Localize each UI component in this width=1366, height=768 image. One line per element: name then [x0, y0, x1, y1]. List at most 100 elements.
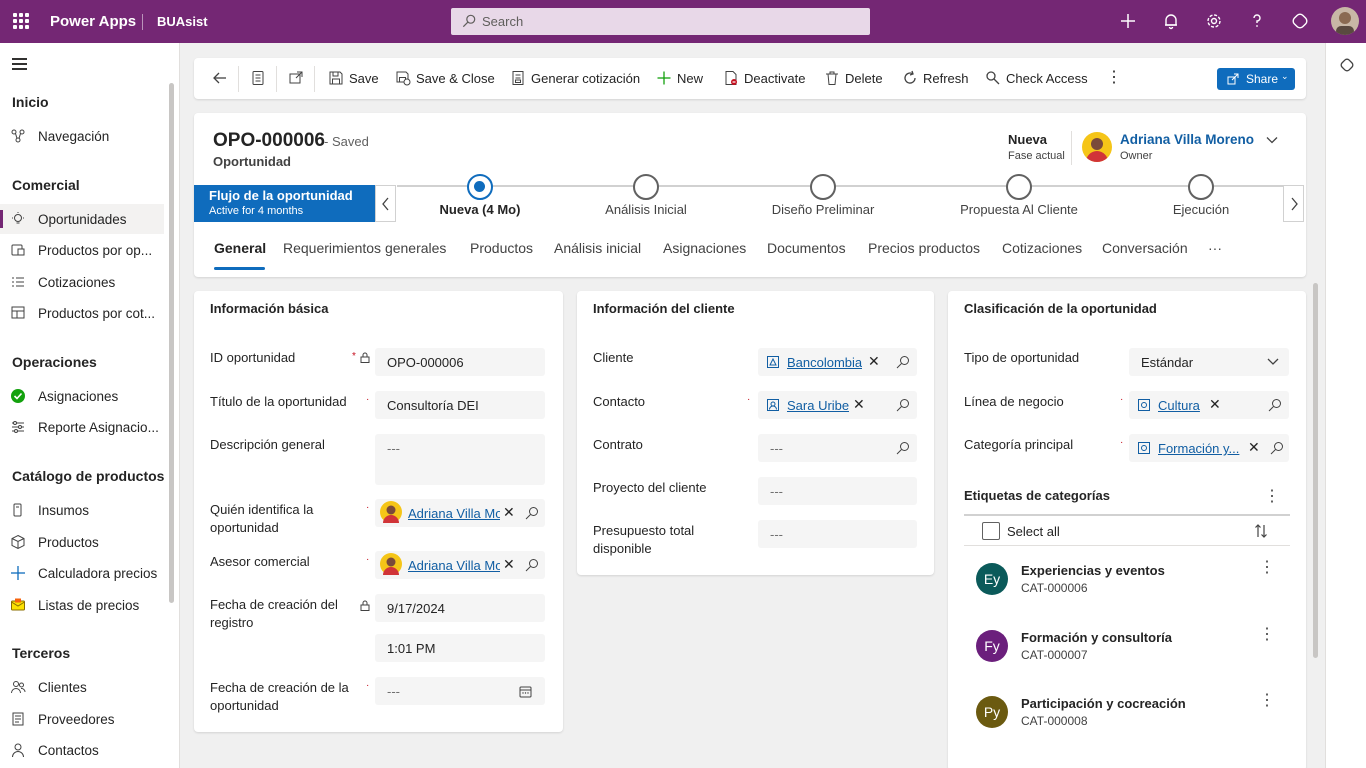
bpf-stage-propuesta[interactable]: Propuesta Al Cliente: [929, 174, 1109, 222]
search-icon[interactable]: [525, 506, 539, 520]
list-item[interactable]: Py Participación y cocreación CAT-000008…: [964, 690, 1290, 750]
navigation-icon: [11, 129, 25, 143]
nav-item-navegacion[interactable]: Navegación: [0, 121, 164, 151]
user-avatar[interactable]: [1331, 7, 1359, 35]
bpf-stage-analisis[interactable]: Análisis Inicial: [556, 174, 736, 222]
environment-name[interactable]: BUAsist: [157, 14, 208, 29]
calendar-icon[interactable]: [519, 685, 532, 698]
nav-item-productos-por-cotizacion[interactable]: Productos por cot...: [0, 298, 164, 328]
titulo-field[interactable]: Consultoría DEI: [375, 391, 545, 419]
nav-item-cotizaciones[interactable]: Cotizaciones: [0, 267, 164, 297]
nav-item-reporte-asignaciones[interactable]: Reporte Asignacio...: [0, 412, 164, 442]
copilot-icon[interactable]: [1339, 57, 1355, 73]
descripcion-field[interactable]: ---: [375, 434, 545, 485]
tab-conversacion[interactable]: Conversación: [1102, 240, 1188, 256]
bell-icon[interactable]: [1162, 12, 1180, 30]
tab-precios[interactable]: Precios productos: [868, 240, 980, 256]
category-name[interactable]: Formación y consultoría: [1021, 630, 1172, 645]
bpf-next-button[interactable]: [1283, 185, 1304, 222]
bpf-stage-nueva[interactable]: Nueva (4 Mo): [390, 174, 570, 222]
fecha-oportunidad-field[interactable]: ---: [375, 677, 545, 705]
search-icon[interactable]: [1270, 441, 1284, 455]
remove-icon[interactable]: ✕: [853, 396, 865, 413]
main-scrollbar[interactable]: [1313, 283, 1318, 658]
lookup-value[interactable]: Formación y...: [1158, 441, 1242, 456]
id-oportunidad-field[interactable]: OPO-000006: [375, 348, 545, 376]
tab-asignaciones[interactable]: Asignaciones: [663, 240, 746, 256]
help-icon[interactable]: [1248, 12, 1266, 30]
hamburger-menu-icon[interactable]: [12, 58, 27, 70]
owner-name[interactable]: Adriana Villa Moreno: [1120, 132, 1254, 147]
nav-item-oportunidades[interactable]: Oportunidades: [0, 204, 164, 234]
lookup-value[interactable]: Bancolombia: [787, 355, 862, 370]
list-item[interactable]: Fy Formación y consultoría CAT-000007 ⋮: [964, 624, 1290, 684]
tipo-oportunidad-select[interactable]: Estándar: [1129, 348, 1289, 376]
chevron-down-icon[interactable]: [1265, 133, 1279, 147]
nav-item-listas-precios[interactable]: Listas de precios: [0, 590, 164, 620]
bpf-stage-ejecucion[interactable]: Ejecución: [1111, 174, 1291, 222]
nav-item-insumos[interactable]: Insumos: [0, 495, 164, 525]
sitemap-scrollbar[interactable]: [169, 83, 174, 603]
remove-icon[interactable]: ✕: [1209, 396, 1221, 413]
search-icon[interactable]: [1268, 398, 1282, 412]
contrato-lookup[interactable]: ---: [758, 434, 917, 462]
category-name[interactable]: Participación y cocreación: [1021, 696, 1186, 711]
search-icon[interactable]: [896, 355, 910, 369]
search-icon[interactable]: [896, 398, 910, 412]
gear-icon[interactable]: [1205, 12, 1223, 30]
remove-icon[interactable]: ✕: [503, 556, 515, 573]
remove-icon[interactable]: ✕: [1248, 439, 1260, 456]
nav-item-calculadora-precios[interactable]: Calculadora precios: [0, 558, 164, 588]
row-more-button[interactable]: ⋮: [1259, 690, 1275, 710]
lookup-value[interactable]: Cultura: [1158, 398, 1200, 413]
fecha-registro-date[interactable]: 9/17/2024: [375, 594, 545, 622]
nav-item-proveedores[interactable]: Proveedores: [0, 704, 164, 734]
tab-analisis[interactable]: Análisis inicial: [554, 240, 641, 256]
bpf-flag[interactable]: Flujo de la oportunidad Active for 4 mon…: [194, 185, 375, 222]
tab-cotizaciones[interactable]: Cotizaciones: [1002, 240, 1082, 256]
fecha-registro-time[interactable]: 1:01 PM: [375, 634, 545, 662]
tab-documentos[interactable]: Documentos: [767, 240, 846, 256]
row-more-button[interactable]: ⋮: [1259, 624, 1275, 644]
row-more-button[interactable]: ⋮: [1259, 557, 1275, 577]
select-all-checkbox[interactable]: [982, 522, 1000, 540]
remove-icon[interactable]: ✕: [868, 353, 880, 370]
remove-icon[interactable]: ✕: [503, 504, 515, 521]
lookup-value[interactable]: Adriana Villa Mo: [408, 506, 500, 521]
more-commands-button[interactable]: ⋮: [1106, 67, 1122, 86]
nav-item-contactos[interactable]: Contactos: [0, 735, 164, 765]
plus-icon[interactable]: [1119, 12, 1137, 30]
tab-more[interactable]: ···: [1208, 240, 1222, 256]
bpf-stage-diseno[interactable]: Diseño Preliminar: [733, 174, 913, 222]
sort-icon[interactable]: [1254, 523, 1268, 539]
cliente-lookup[interactable]: Bancolombia ✕: [758, 348, 917, 376]
nav-item-productos-por-oportunidad[interactable]: Productos por op...: [0, 235, 164, 265]
categoria-principal-lookup[interactable]: Formación y... ✕: [1129, 434, 1289, 462]
tab-requerimientos[interactable]: Requerimientos generales: [283, 240, 446, 256]
asesor-lookup[interactable]: Adriana Villa Mo ✕: [375, 551, 545, 579]
list-item[interactable]: Ey Experiencias y eventos CAT-000006 ⋮: [964, 557, 1290, 617]
app-launcher-icon[interactable]: [13, 13, 29, 29]
lookup-value[interactable]: Adriana Villa Mo: [408, 558, 500, 573]
linea-negocio-lookup[interactable]: Cultura ✕: [1129, 391, 1289, 419]
nav-item-clientes[interactable]: Clientes: [0, 672, 164, 702]
field-label: Quién identifica la oportunidad: [210, 502, 314, 535]
proyecto-field[interactable]: ---: [758, 477, 917, 505]
share-button[interactable]: Share ⌄: [1217, 68, 1295, 90]
search-icon[interactable]: [896, 441, 910, 455]
search-icon[interactable]: [525, 558, 539, 572]
search-box[interactable]: Search: [451, 8, 870, 35]
subgrid-more-button[interactable]: ⋮: [1264, 486, 1280, 506]
contacto-lookup[interactable]: Sara Uribe ✕: [758, 391, 917, 419]
owner-avatar[interactable]: [1082, 132, 1112, 162]
quien-identifica-lookup[interactable]: Adriana Villa Mo ✕: [375, 499, 545, 527]
tab-general[interactable]: General: [214, 240, 266, 256]
category-name[interactable]: Experiencias y eventos: [1021, 563, 1165, 578]
presupuesto-field[interactable]: ---: [758, 520, 917, 548]
nav-item-productos[interactable]: Productos: [0, 527, 164, 557]
app-name[interactable]: Power Apps: [50, 13, 136, 30]
copilot-icon[interactable]: [1291, 12, 1309, 30]
tab-productos[interactable]: Productos: [470, 240, 533, 256]
lookup-value[interactable]: Sara Uribe: [787, 398, 849, 413]
nav-item-asignaciones[interactable]: Asignaciones: [0, 381, 164, 411]
